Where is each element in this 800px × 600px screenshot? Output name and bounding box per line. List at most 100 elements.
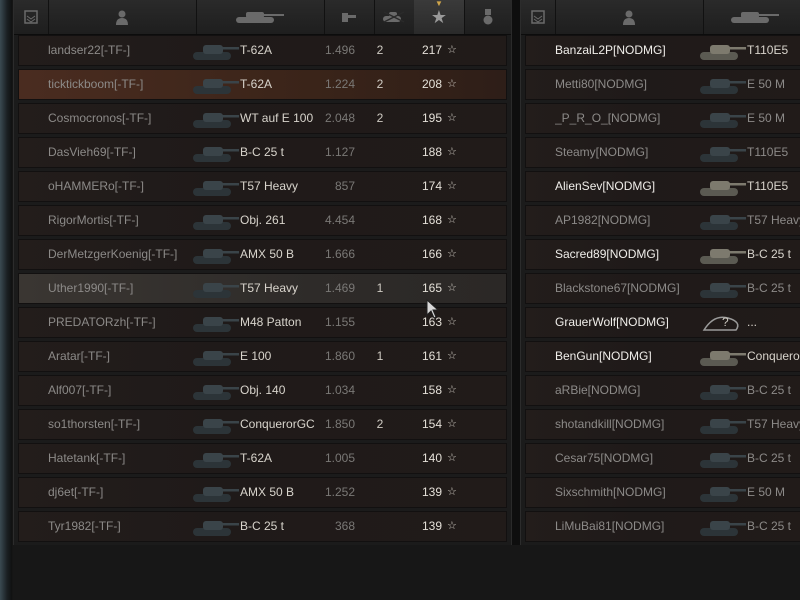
player-row[interactable]: Hatetank[-TF-] T-62A 1.005 140 ☆	[18, 443, 507, 474]
points-star-icon: ☆	[447, 112, 457, 124]
points-column-header[interactable]: ▼ ★	[414, 0, 465, 34]
player-row[interactable]: BenGun[NODMG] Conqueror	[525, 341, 800, 372]
tank-thumbnail-icon	[700, 79, 746, 94]
points-value: 168	[421, 213, 442, 227]
points-value: 161	[421, 349, 442, 363]
tank-thumbnail-icon	[193, 351, 239, 366]
player-row[interactable]: landser22[-TF-] T-62A 1.496 2 217 ☆	[18, 35, 507, 66]
tank-name: E 50 M	[747, 111, 786, 125]
points-value: 174	[421, 179, 442, 193]
unknown-tank-mark: ?	[722, 315, 729, 329]
tank-column-header[interactable]	[703, 0, 800, 34]
player-row[interactable]: RigorMortis[-TF-] Obj. 261 4.454 168 ☆	[18, 205, 507, 236]
kills-count: 2	[376, 43, 384, 57]
player-rating: 1.252	[324, 485, 355, 499]
tank-column-header[interactable]	[196, 0, 325, 34]
player-icon	[116, 10, 128, 25]
points-value: 208	[421, 77, 442, 91]
player-row[interactable]: dj6et[-TF-] AMX 50 B 1.252 139 ☆	[18, 477, 507, 508]
points-star-icon: ☆	[447, 520, 457, 532]
points-star-icon: ☆	[447, 214, 457, 226]
points-star-icon: ☆	[447, 180, 457, 192]
tank-thumbnail-icon	[700, 521, 746, 536]
player-name: LiMuBai81[NODMG]	[555, 519, 665, 533]
player-name: Sacred89[NODMG]	[555, 247, 660, 261]
player-row[interactable]: DasVieh69[-TF-] B-C 25 t 1.127 188 ☆	[18, 137, 507, 168]
player-row[interactable]: Sixschmith[NODMG] E 50 M	[525, 477, 800, 508]
player-row[interactable]: Aratar[-TF-] E 100 1.860 1 161 ☆	[18, 341, 507, 372]
player-rating: 4.454	[324, 213, 355, 227]
points-icon: ★	[430, 6, 448, 27]
player-name: oHAMMERo[-TF-]	[48, 179, 144, 193]
player-row[interactable]: so1thorsten[-TF-] ConquerorGC 1.850 2 154 ☆	[18, 409, 507, 440]
tier-icon	[531, 10, 545, 24]
player-row[interactable]: Cesar75[NODMG] B-C 25 t	[525, 443, 800, 474]
tank-name: T57 Heavy	[240, 179, 299, 193]
player-row[interactable]: Cosmocronos[-TF-] WT auf E 100 2.048 2 195 ☆	[18, 103, 507, 134]
medal-column-header[interactable]	[464, 0, 512, 34]
player-rating: 1.155	[324, 315, 355, 329]
player-name: Cosmocronos[-TF-]	[48, 111, 152, 125]
tank-thumbnail-icon	[193, 147, 239, 162]
tier-icon	[24, 10, 38, 24]
kills-column-header[interactable]	[374, 0, 415, 34]
player-row[interactable]: DerMetzgerKoenig[-TF-] AMX 50 B 1.666 166 ☆	[18, 239, 507, 270]
points-value: 166	[421, 247, 442, 261]
tank-thumbnail-icon	[700, 249, 746, 264]
points-star-icon: ☆	[447, 282, 457, 294]
player-icon	[623, 10, 635, 25]
tank-name: T57 Heavy	[747, 417, 800, 431]
tank-name: T110E5	[747, 179, 789, 193]
tank-thumbnail-icon	[193, 79, 239, 94]
points-value: 139	[421, 485, 442, 499]
tank-thumbnail-icon	[193, 113, 239, 128]
team-left-header: ▼ ★	[14, 0, 512, 35]
player-rating: 1.005	[324, 451, 355, 465]
tank-thumbnail-icon	[193, 45, 239, 60]
player-row[interactable]: AlienSev[NODMG] T110E5	[525, 171, 800, 202]
player-name: ticktickboom[-TF-]	[48, 77, 144, 91]
player-column-header[interactable]	[555, 0, 704, 34]
player-row[interactable]: AP1982[NODMG] T57 Heavy	[525, 205, 800, 236]
tank-name: E 100	[240, 349, 272, 363]
points-star-icon: ☆	[447, 248, 457, 260]
player-row[interactable]: BanzaiL2P[NODMG] T110E5	[525, 35, 800, 66]
tank-thumbnail-icon	[700, 419, 746, 434]
tank-thumbnail-icon	[700, 215, 746, 230]
tank-thumbnail-icon	[193, 181, 239, 196]
points-value: 158	[421, 383, 442, 397]
player-row[interactable]: Sacred89[NODMG] B-C 25 t	[525, 239, 800, 270]
player-row[interactable]: ticktickboom[-TF-] T-62A 1.224 2 208 ☆	[18, 69, 507, 100]
player-row[interactable]: Metti80[NODMG] E 50 M	[525, 69, 800, 100]
tier-column-header[interactable]	[521, 0, 556, 34]
rating-icon	[342, 13, 356, 22]
tank-name: T-62A	[240, 451, 273, 465]
player-name: so1thorsten[-TF-]	[48, 417, 141, 431]
player-row[interactable]: LiMuBai81[NODMG] B-C 25 t	[525, 511, 800, 542]
player-name: RigorMortis[-TF-]	[48, 213, 139, 227]
player-name: Tyr1982[-TF-]	[48, 519, 121, 533]
points-star-icon: ☆	[447, 316, 457, 328]
player-row[interactable]: oHAMMERo[-TF-] T57 Heavy 857 174 ☆	[18, 171, 507, 202]
player-column-header[interactable]	[48, 0, 197, 34]
player-row[interactable]: Blackstone67[NODMG] B-C 25 t	[525, 273, 800, 304]
player-row[interactable]: aRBie[NODMG] B-C 25 t	[525, 375, 800, 406]
points-star-icon: ☆	[447, 44, 457, 56]
player-name: AP1982[NODMG]	[555, 213, 651, 227]
player-row[interactable]: shotandkill[NODMG] T57 Heavy	[525, 409, 800, 440]
tier-column-header[interactable]	[14, 0, 49, 34]
rating-column-header[interactable]	[324, 0, 375, 34]
tank-thumbnail-icon	[193, 249, 239, 264]
player-row[interactable]: GrauerWolf[NODMG]?...	[525, 307, 800, 338]
tank-name: WT auf E 100	[240, 111, 314, 125]
tank-thumbnail-icon	[193, 283, 239, 298]
player-row[interactable]: Tyr1982[-TF-] B-C 25 t 368 139 ☆	[18, 511, 507, 542]
player-row[interactable]: Alf007[-TF-] Obj. 140 1.034 158 ☆	[18, 375, 507, 406]
player-name: PREDATORzh[-TF-]	[48, 315, 156, 329]
tank-thumbnail-icon	[700, 283, 746, 298]
tank-thumbnail-icon	[193, 487, 239, 502]
tank-thumbnail-icon	[193, 385, 239, 400]
sort-caret-icon: ▼	[435, 0, 443, 8]
player-row[interactable]: _P_R_O_[NODMG] E 50 M	[525, 103, 800, 134]
player-row[interactable]: Steamy[NODMG] T110E5	[525, 137, 800, 168]
